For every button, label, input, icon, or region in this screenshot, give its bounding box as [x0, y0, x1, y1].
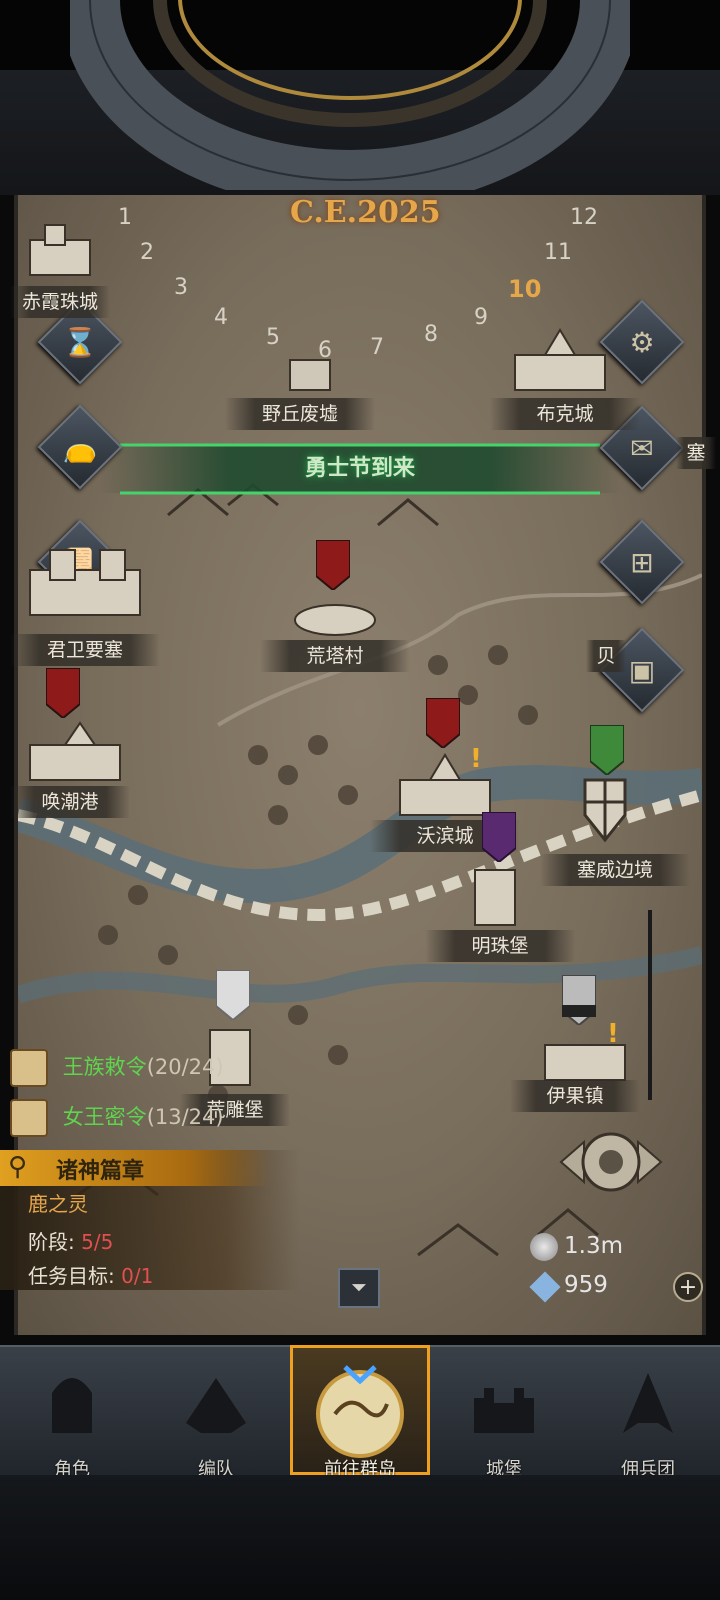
white-flag-icon: [216, 970, 250, 1020]
location-bei[interactable]: 贝: [586, 640, 626, 672]
location-huangta[interactable]: 荒塔村: [260, 640, 410, 672]
svg-text:!: !: [607, 1020, 619, 1049]
quest-count: (20/24): [146, 1055, 224, 1079]
locate-button[interactable]: [556, 1122, 666, 1202]
month-10-current: 10: [508, 275, 542, 303]
mercenary-icon: [623, 1373, 673, 1433]
location-sai[interactable]: 塞: [676, 437, 716, 469]
town-wobin-icon[interactable]: !: [390, 745, 500, 820]
castle-icon: [474, 1388, 534, 1433]
location-yeqiu[interactable]: 野丘废墟: [225, 398, 375, 430]
plus-icon: +: [678, 1275, 698, 1300]
town-mingzhu-icon[interactable]: [460, 860, 530, 930]
scroll-icon: [10, 1049, 48, 1087]
town-huangta-icon[interactable]: [290, 590, 380, 640]
add-gems-button[interactable]: +: [673, 1272, 703, 1302]
hourglass-icon: ⌛: [62, 325, 98, 359]
goal-label: 任务目标:: [28, 1264, 115, 1288]
calendar-dial: [70, 0, 630, 190]
town-huanchao-icon[interactable]: [20, 715, 130, 785]
red-flag-icon: [316, 540, 350, 590]
gem-amount: 959: [564, 1272, 608, 1298]
bottom-bar: [0, 1475, 720, 1600]
location-junwei[interactable]: 君卫要塞: [10, 634, 160, 666]
scroll-icon: [10, 1099, 48, 1137]
location-yiguo[interactable]: 伊果镇: [510, 1080, 640, 1112]
location-mingzhu[interactable]: 明珠堡: [425, 930, 575, 962]
scales-flag-icon: [562, 975, 596, 1025]
green-flag-icon: [590, 725, 624, 775]
quest-name: 女王密令: [62, 1105, 147, 1129]
quest-goal: 任务目标: 0/1: [28, 1260, 153, 1289]
svg-text:!: !: [470, 745, 482, 774]
month-2: 2: [140, 240, 154, 265]
month-11: 11: [544, 240, 572, 265]
quest-name: 王族敕令: [62, 1055, 147, 1079]
location-chixia[interactable]: 赤霞珠城: [10, 286, 110, 318]
month-3: 3: [174, 275, 188, 300]
town-chixia-icon[interactable]: [20, 220, 100, 280]
silver-amount: 1.3m: [564, 1233, 623, 1259]
month-12: 12: [570, 205, 598, 230]
money-bag-icon: 👝: [62, 430, 98, 464]
town-yiguo-icon[interactable]: !: [535, 1020, 635, 1085]
quest-count: (13/24): [146, 1105, 224, 1129]
chevron-down-icon: ⏷: [351, 1275, 367, 1299]
month-4: 4: [214, 305, 228, 330]
collapse-button[interactable]: ⏷: [338, 1268, 380, 1308]
town-yeqiu-icon[interactable]: [270, 340, 350, 395]
month-7: 7: [370, 335, 384, 360]
gear-icon: ⚙: [629, 325, 655, 359]
fortress-shield-icon[interactable]: [560, 770, 650, 850]
quest-royal-edict[interactable]: 王族敕令(20/24): [0, 1047, 224, 1087]
formation-icon: [186, 1378, 246, 1433]
quest-queen-order[interactable]: 女王密令(13/24): [0, 1097, 224, 1137]
month-1: 1: [118, 205, 132, 230]
location-huanchao[interactable]: 唤潮港: [10, 786, 130, 818]
knight-helmet-icon: [52, 1378, 92, 1433]
island-compass-icon: [316, 1365, 404, 1458]
month-9: 9: [474, 305, 488, 330]
red-flag-icon: [46, 668, 80, 718]
location-buke[interactable]: 布克城: [490, 398, 640, 430]
town-buke-icon[interactable]: [505, 320, 615, 395]
goal-value: 0/1: [121, 1264, 154, 1288]
location-saiwei[interactable]: 塞威边境: [540, 854, 690, 886]
quest-panel-title: 诸神篇章: [56, 1159, 145, 1184]
town-junwei-icon[interactable]: [20, 540, 150, 620]
stage-label: 阶段:: [28, 1230, 75, 1254]
calendar-year: C.E.2025: [290, 195, 441, 230]
silver-coin-icon: [530, 1233, 558, 1261]
stage-value: 5/5: [81, 1230, 114, 1254]
search-icon[interactable]: ⚲: [8, 1152, 27, 1182]
progress-pole: [648, 910, 652, 1100]
quest-stage: 阶段: 5/5: [28, 1226, 113, 1255]
quest-panel-subtitle: 鹿之灵: [28, 1192, 88, 1216]
red-flag-icon: [426, 698, 460, 748]
purple-flag-icon: [482, 812, 516, 862]
month-8: 8: [424, 322, 438, 347]
shop-stall-icon: ⊞: [630, 545, 654, 579]
